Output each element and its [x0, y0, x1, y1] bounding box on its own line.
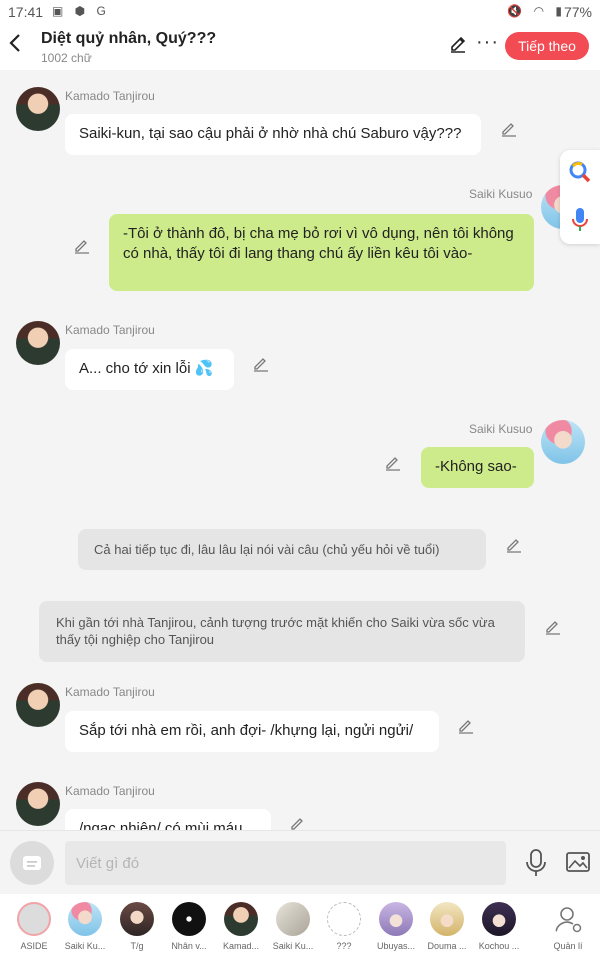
edit-message-icon[interactable]: [501, 121, 517, 137]
story-title: Diệt quỷ nhân, Quý???: [41, 30, 217, 47]
sender-name: Saiki Kusuo: [469, 187, 533, 201]
status-time: 17:41: [8, 4, 44, 20]
next-button[interactable]: Tiếp theo: [505, 32, 589, 60]
character-item[interactable]: ???: [321, 902, 367, 951]
character-avatar: [224, 902, 258, 936]
sender-name: Saiki Kusuo: [469, 422, 533, 436]
sender-name: Kamado Tanjirou: [65, 323, 155, 337]
character-avatar: [172, 902, 206, 936]
character-item[interactable]: Douma ...: [424, 902, 470, 951]
character-selector-bar: ASIDE Saiki Ku... T/g Nhân v... Kamad...…: [0, 894, 600, 960]
back-arrow-icon[interactable]: [8, 32, 28, 60]
sender-name: Kamado Tanjirou: [65, 784, 155, 798]
aside-toggle-button[interactable]: [10, 841, 54, 885]
narration-block[interactable]: Khi gần tới nhà Tanjirou, cảnh tượng trư…: [39, 601, 525, 662]
chat-area[interactable]: Kamado Tanjirou Saiki-kun, tại sao cậu p…: [0, 70, 600, 830]
sender-name: Kamado Tanjirou: [65, 685, 155, 699]
character-item[interactable]: Nhân v...: [166, 902, 212, 951]
word-count: 1002 chữ: [41, 51, 92, 65]
edit-message-icon[interactable]: [74, 238, 90, 254]
edit-message-icon[interactable]: [290, 816, 306, 830]
system-icons: 🔇 ◠ ▮: [507, 4, 566, 18]
google-search-icon[interactable]: [568, 160, 592, 189]
character-avatar: [120, 902, 154, 936]
character-item[interactable]: T/g: [114, 902, 160, 951]
character-avatar: [68, 902, 102, 936]
character-avatar: [430, 902, 464, 936]
header: Diệt quỷ nhân, Quý??? 1002 chữ ··· Tiếp …: [0, 24, 600, 70]
aside-icon: [17, 902, 51, 936]
edit-message-icon[interactable]: [458, 718, 474, 734]
character-item[interactable]: Saiki Ku...: [62, 902, 108, 951]
status-bar: 17:41 ▣ ⬢ G 🔇 ◠ ▮ 77%: [0, 0, 600, 24]
notification-icons: ▣ ⬢ G: [52, 4, 110, 18]
google-mic-icon[interactable]: [572, 206, 588, 239]
avatar-tanjirou[interactable]: [16, 782, 60, 826]
character-avatar: [327, 902, 361, 936]
manage-characters-button[interactable]: Quản lí: [545, 902, 591, 951]
message-bubble[interactable]: -Tôi ở thành đô, bị cha mẹ bỏ rơi vì vô …: [109, 214, 534, 291]
message-bubble[interactable]: A... cho tớ xin lỗi 💦: [65, 349, 234, 390]
microphone-icon[interactable]: [524, 848, 548, 878]
avatar-tanjirou[interactable]: [16, 321, 60, 365]
edit-message-icon[interactable]: [545, 619, 561, 635]
edit-message-icon[interactable]: [253, 356, 269, 372]
edit-message-icon[interactable]: [506, 537, 522, 553]
character-item[interactable]: Kochou ...: [476, 902, 522, 951]
sender-name: Kamado Tanjirou: [65, 89, 155, 103]
message-bubble[interactable]: Saiki-kun, tại sao cậu phải ở nhờ nhà ch…: [65, 114, 481, 155]
manage-person-icon: [551, 902, 585, 936]
character-avatar: [276, 902, 310, 936]
edit-pencil-icon[interactable]: [448, 34, 470, 56]
message-bubble[interactable]: Sắp tới nhà em rồi, anh đợi- /khựng lại,…: [65, 711, 439, 752]
message-input[interactable]: [65, 841, 506, 885]
character-item[interactable]: Saiki Ku...: [270, 902, 316, 951]
battery-level: 77%: [563, 4, 592, 20]
character-item[interactable]: ASIDE: [11, 902, 57, 951]
avatar-tanjirou[interactable]: [16, 87, 60, 131]
edit-message-icon[interactable]: [385, 455, 401, 471]
google-assistant-panel: [560, 150, 600, 244]
message-bubble[interactable]: /ngạc nhiên/ có mùi máu: [65, 809, 271, 830]
image-upload-icon[interactable]: [566, 851, 590, 873]
character-avatar: [379, 902, 413, 936]
more-options-icon[interactable]: ···: [476, 32, 499, 52]
narration-block[interactable]: Cả hai tiếp tục đi, lâu lâu lại nói vài …: [78, 529, 486, 570]
character-item[interactable]: Ubuyas...: [373, 902, 419, 951]
message-bubble[interactable]: -Không sao-: [421, 447, 534, 488]
input-bar: [0, 830, 600, 894]
character-item[interactable]: Kamad...: [218, 902, 264, 951]
avatar-saiki[interactable]: [541, 420, 585, 464]
avatar-tanjirou[interactable]: [16, 683, 60, 727]
character-avatar: [482, 902, 516, 936]
